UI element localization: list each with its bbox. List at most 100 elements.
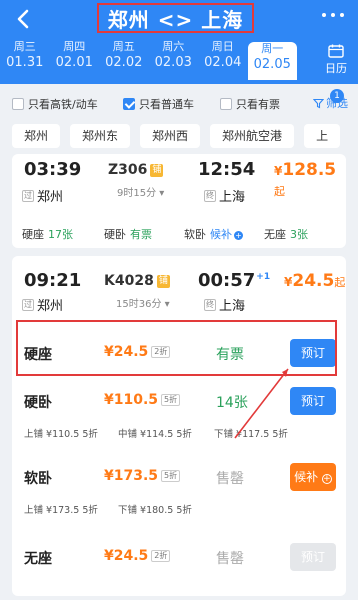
duration: 9时15分 ▾ (117, 188, 165, 199)
berth-price: ¥114.5 (140, 429, 174, 440)
seat-name: 软卧 (24, 471, 52, 487)
seat-type: 无座 (264, 228, 286, 241)
price-from-label: 起 (334, 276, 346, 289)
berth-price-middle: 中铺 ¥114.5 5折 (118, 426, 192, 440)
berth-discount: 5折 (82, 429, 98, 440)
duration-text: 15时36分 (116, 299, 162, 310)
seat-type: 硬卧 (104, 228, 126, 241)
to-station-name: 上海 (219, 299, 246, 314)
filter-gaotie-label: 只看高铁/动车 (28, 98, 98, 111)
pass-tag: 过 (22, 298, 34, 311)
seat-name: 硬卧 (24, 395, 52, 411)
seat-name: 无座 (24, 551, 52, 567)
route-title-box[interactable]: 郑州 <> 上海 (97, 3, 254, 33)
date-value: 01.31 (6, 55, 44, 70)
date-value: 02.03 (154, 55, 192, 70)
berth-label: 下铺 (214, 429, 234, 440)
checkbox-putong-checked[interactable] (123, 98, 135, 110)
seat-price: ¥173.5 5折 (104, 468, 181, 484)
date-weekday: 周六 (162, 40, 185, 53)
date-tab-0205-selected[interactable]: 周一 02.05 (247, 42, 297, 80)
filter-count-badge: 1 (330, 89, 344, 103)
from-station: 过郑州 (22, 186, 63, 205)
train-card-k4028[interactable]: 09:21 K4028 铺 15时36分 ▾ 00:57+1 ¥24.5起 过郑州… (12, 256, 346, 596)
station-chip[interactable]: 郑州西 (140, 124, 201, 148)
berth-discount: 5折 (82, 505, 98, 516)
date-value: 02.01 (55, 55, 93, 70)
station-chip-row: 郑州 郑州东 郑州西 郑州航空港 上 (0, 124, 358, 150)
station-chip[interactable]: 上 (304, 124, 341, 148)
filter-youpiao-label: 只看有票 (236, 98, 280, 111)
from-station-name: 郑州 (37, 190, 64, 205)
seat-row-ruanwo: 软卧 ¥173.5 5折 售罄 候补 + 上铺 ¥173.5 5折 下铺 ¥180… (12, 460, 346, 520)
filter-button[interactable]: 筛选 1 (313, 89, 348, 111)
berth-label: 下铺 (118, 505, 138, 516)
berth-price-upper: 上铺 ¥173.5 5折 (24, 502, 98, 516)
seat-summary-yingzuo: 硬座 17张 (22, 226, 73, 242)
seat-type: 软卧 (184, 228, 206, 241)
price-from-label: 起 (274, 185, 285, 198)
from-station-name: 郑州 (37, 299, 64, 314)
checkbox-gaotie[interactable] (12, 98, 24, 110)
seat-summary-ruanwo: 软卧 候补 + (184, 226, 243, 242)
calendar-button[interactable]: 日历 (314, 40, 358, 80)
back-arrow-icon[interactable] (12, 7, 36, 31)
pass-tag: 过 (22, 189, 34, 202)
terminal-tag: 终 (204, 298, 216, 311)
seat-count: 17张 (48, 228, 73, 241)
berth-price: ¥110.5 (46, 429, 80, 440)
filter-putong[interactable]: 只看普通车 (123, 96, 194, 112)
terminal-tag: 终 (204, 189, 216, 202)
seat-summary-wuzuo: 无座 3张 (264, 226, 308, 242)
min-price: ¥128.5起 (274, 160, 346, 199)
station-chip[interactable]: 郑州 (12, 124, 61, 148)
train-number: Z306 铺 (108, 162, 164, 178)
train-number-text: K4028 (104, 273, 154, 289)
next-day-marker: +1 (256, 272, 271, 282)
berth-discount: 5折 (176, 505, 192, 516)
date-value: 02.04 (204, 55, 242, 70)
filter-youpiao[interactable]: 只看有票 (220, 96, 280, 112)
date-tab-0202[interactable]: 周五 02.02 (99, 40, 149, 80)
waitlist-button-label: 候补 (294, 470, 319, 484)
checkbox-youpiao[interactable] (220, 98, 232, 110)
station-chip[interactable]: 郑州东 (70, 124, 131, 148)
seat-price-value: ¥24.5 (104, 548, 149, 564)
arrive-time: 12:54 (198, 159, 256, 180)
berth-price-lower: 下铺 ¥117.5 5折 (214, 426, 288, 440)
date-tab-0131[interactable]: 周三 01.31 (0, 40, 50, 80)
sleeper-tag: 铺 (156, 274, 170, 288)
waitlist-button-ruanwo[interactable]: 候补 + (290, 463, 336, 491)
calendar-icon (328, 44, 344, 58)
train-card-z306[interactable]: 03:39 Z306 铺 9时15分 ▾ 12:54 ¥128.5起 过郑州 终上… (12, 154, 346, 248)
filter-gaotie[interactable]: 只看高铁/动车 (12, 96, 98, 112)
date-weekday: 周日 (211, 40, 234, 53)
plus-circle-icon: + (321, 474, 332, 484)
date-tab-0203[interactable]: 周六 02.03 (149, 40, 199, 80)
book-button-yingwo[interactable]: 预订 (290, 387, 336, 415)
seat-availability: 售罄 (216, 471, 244, 487)
date-value: 02.02 (105, 55, 143, 70)
station-chip[interactable]: 郑州航空港 (210, 124, 295, 148)
header-bar: 郑州 <> 上海 周三 01.31 周四 02.01 周五 02.02 周六 0… (0, 0, 358, 84)
more-menu-icon[interactable] (322, 10, 344, 20)
to-station: 终上海 (204, 295, 245, 314)
duration-text: 9时15分 (117, 188, 157, 199)
seat-availability: 14张 (216, 395, 248, 411)
date-weekday: 周一 (261, 42, 284, 55)
berth-discount: 5折 (176, 429, 192, 440)
seat-row-wuzuo: 无座 ¥24.5 2折 售罄 预订 (12, 540, 346, 580)
date-tab-0201[interactable]: 周四 02.01 (50, 40, 100, 80)
berth-price: ¥173.5 (46, 505, 80, 516)
date-tab-0204[interactable]: 周日 02.04 (198, 40, 248, 80)
filter-bar: 只看高铁/动车 只看普通车 只看有票 筛选 1 (0, 89, 358, 114)
to-station-name: 上海 (219, 190, 246, 205)
seat-availability: 售罄 (216, 551, 244, 567)
date-weekday: 周五 (112, 40, 135, 53)
berth-discount: 5折 (272, 429, 288, 440)
book-button-wuzuo-disabled[interactable]: 预订 (290, 543, 336, 571)
annotation-highlight-box (16, 320, 337, 376)
seat-price-value: ¥173.5 (104, 468, 159, 484)
date-weekday: 周四 (63, 40, 86, 53)
route-title: 郑州 <> 上海 (107, 7, 244, 32)
